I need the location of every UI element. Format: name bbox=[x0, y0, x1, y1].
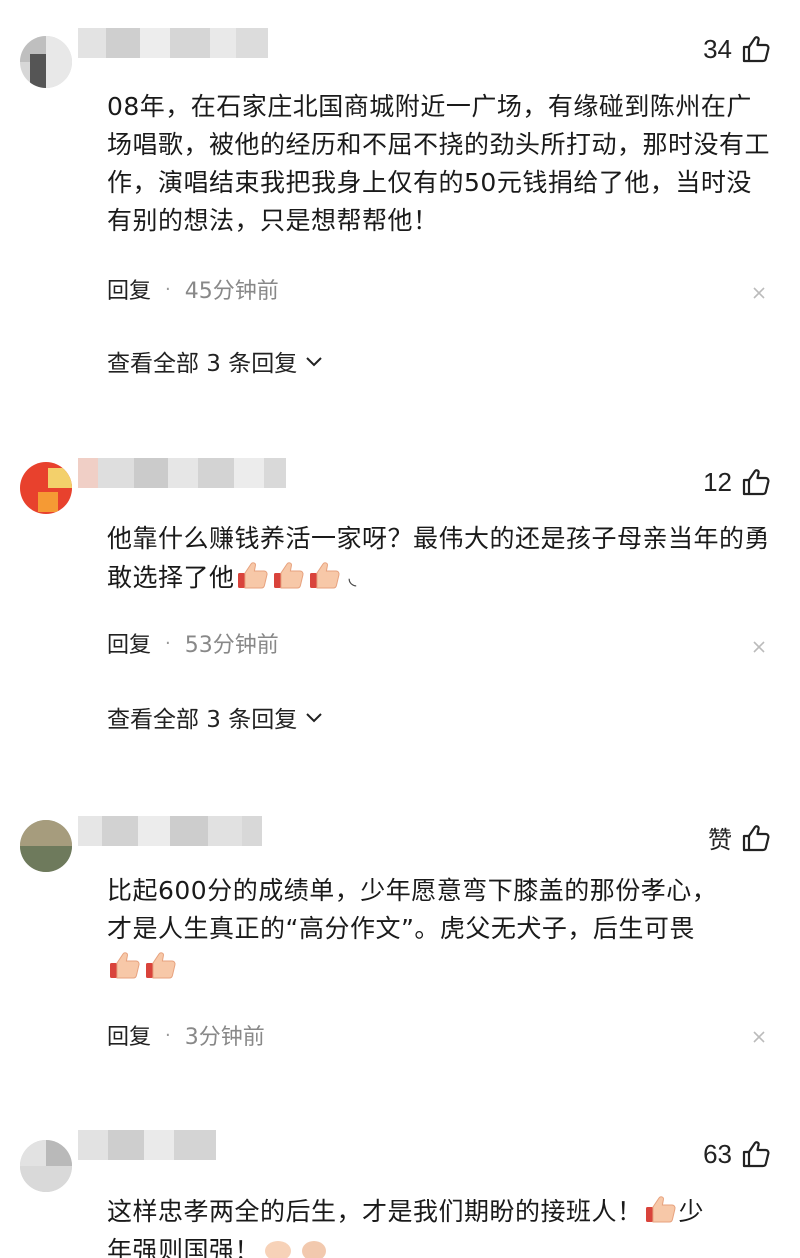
username-blurred[interactable] bbox=[78, 1130, 216, 1160]
comment-text-body: 这样忠孝两全的后生，才是我们期盼的接班人！ bbox=[107, 1197, 643, 1226]
thumbs-up-emoji bbox=[644, 1192, 678, 1226]
comment-text-line: 年强则国强！ bbox=[107, 1231, 772, 1258]
comment-text: 这样忠孝两全的后生，才是我们期盼的接班人！ 少 年强则国强！ bbox=[107, 1192, 772, 1258]
comment-text-body: 年强则国强！ bbox=[107, 1236, 261, 1258]
avatar[interactable] bbox=[20, 1140, 72, 1192]
clapping-hands-emoji bbox=[302, 1241, 327, 1258]
like-count: 63 bbox=[703, 1138, 732, 1169]
flexed-arm-emoji bbox=[265, 1241, 292, 1258]
comment-item: 63 这样忠孝两全的后生，才是我们期盼的接班人！ 少 年强则国强！ bbox=[0, 0, 800, 1258]
like-button[interactable]: 63 bbox=[703, 1138, 772, 1170]
comment-text-body: 少 bbox=[678, 1197, 705, 1226]
thumb-up-icon bbox=[740, 1138, 772, 1170]
